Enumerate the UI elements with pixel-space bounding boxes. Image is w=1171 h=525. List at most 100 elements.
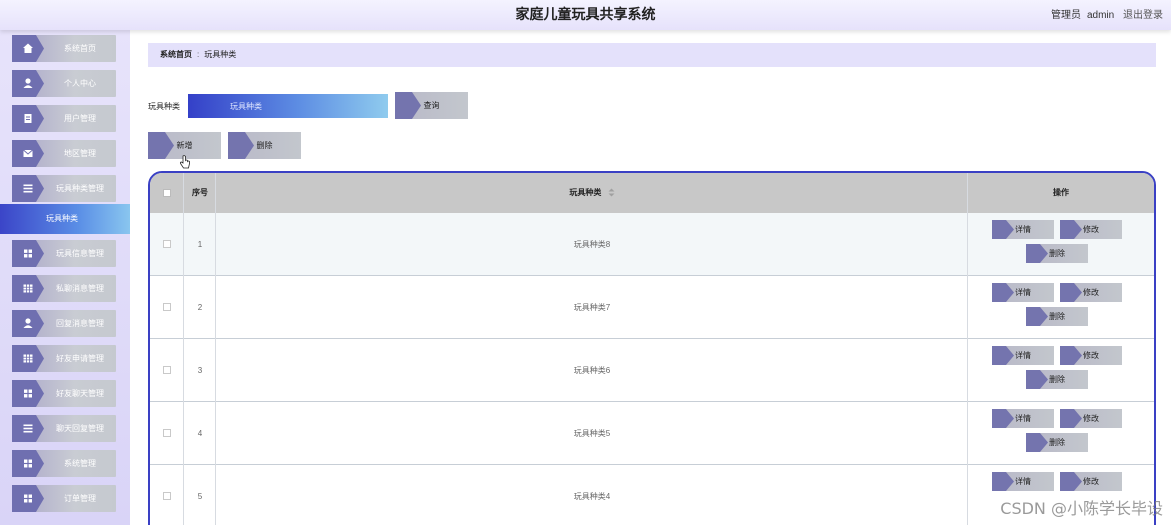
table-icon xyxy=(12,275,44,302)
row-delete-button[interactable]: 删除 xyxy=(1026,370,1088,389)
table-row: 4 玩具种类5 详情 修改 删除 xyxy=(150,402,1154,465)
delete-button-label: 删除 xyxy=(256,141,273,150)
col-header-index: 序号 xyxy=(192,188,208,197)
table-header: 序号 玩具种类 操作 xyxy=(150,173,1154,213)
list-icon xyxy=(12,415,44,442)
row-index: 3 xyxy=(197,366,203,375)
detail-button[interactable]: 详情 xyxy=(992,346,1054,365)
table-icon xyxy=(12,345,44,372)
detail-button-label: 详情 xyxy=(1015,477,1031,486)
sidebar-item-label: 系统首页 xyxy=(64,44,96,53)
search-button-label: 查询 xyxy=(423,101,440,110)
sidebar: 系统首页 个人中心 用户管理 地区管理 玩具种类管理 玩具种类 玩具信息管理 私… xyxy=(0,30,130,525)
sidebar-item-label: 好友申请管理 xyxy=(56,354,104,363)
sidebar-item-orders[interactable]: 订单管理 xyxy=(12,485,116,512)
detail-button[interactable]: 详情 xyxy=(992,220,1054,239)
row-delete-button[interactable]: 删除 xyxy=(1026,433,1088,452)
breadcrumb-home[interactable]: 系统首页 xyxy=(160,50,192,59)
detail-button[interactable]: 详情 xyxy=(992,472,1054,491)
grid-icon xyxy=(12,380,44,407)
user-role: 管理员 xyxy=(1050,10,1081,21)
sidebar-item-label: 用户管理 xyxy=(64,114,96,123)
sidebar-item-toy-info[interactable]: 玩具信息管理 xyxy=(12,240,116,267)
home-icon xyxy=(12,35,44,62)
sidebar-item-label: 玩具种类管理 xyxy=(56,184,104,193)
detail-button[interactable]: 详情 xyxy=(992,409,1054,428)
delete-button[interactable]: 删除 xyxy=(228,132,301,159)
row-delete-button-label: 删除 xyxy=(1049,312,1065,321)
col-header-category-label: 玩具种类 xyxy=(569,188,602,197)
person-icon xyxy=(12,70,44,97)
row-category: 玩具种类5 xyxy=(573,429,611,438)
sidebar-item-friend-requests[interactable]: 好友申请管理 xyxy=(12,345,116,372)
breadcrumb-current: 玩具种类 xyxy=(204,50,237,59)
edit-button[interactable]: 修改 xyxy=(1060,283,1122,302)
row-index: 5 xyxy=(197,492,203,501)
search-label: 玩具种类 xyxy=(148,102,180,111)
sidebar-item-label: 地区管理 xyxy=(64,149,96,158)
sidebar-item-private-messages[interactable]: 私聊消息管理 xyxy=(12,275,116,302)
row-delete-button-label: 删除 xyxy=(1049,249,1065,258)
logout-link[interactable]: 退出登录 xyxy=(1123,10,1163,21)
row-checkbox[interactable] xyxy=(163,429,171,437)
sidebar-item-regions[interactable]: 地区管理 xyxy=(12,140,116,167)
breadcrumb-separator: : xyxy=(197,50,200,59)
hand-cursor-icon xyxy=(179,155,190,169)
row-delete-button[interactable]: 删除 xyxy=(1026,307,1088,326)
sidebar-item-label: 个人中心 xyxy=(64,79,96,88)
grid-icon xyxy=(12,450,44,477)
edit-button[interactable]: 修改 xyxy=(1060,346,1122,365)
row-checkbox[interactable] xyxy=(163,492,171,500)
sidebar-item-friend-chat[interactable]: 好友聊天管理 xyxy=(12,380,116,407)
edit-button-label: 修改 xyxy=(1083,351,1099,360)
person-icon xyxy=(12,310,44,337)
sidebar-item-home[interactable]: 系统首页 xyxy=(12,35,116,62)
edit-button[interactable]: 修改 xyxy=(1060,220,1122,239)
sort-icon[interactable] xyxy=(608,188,615,197)
detail-button-label: 详情 xyxy=(1015,225,1031,234)
sidebar-subitem-toy-category[interactable]: 玩具种类 xyxy=(0,204,130,234)
sidebar-item-profile[interactable]: 个人中心 xyxy=(12,70,116,97)
row-checkbox[interactable] xyxy=(163,240,171,248)
edit-button[interactable]: 修改 xyxy=(1060,472,1122,491)
select-all-checkbox[interactable] xyxy=(163,189,171,197)
grid-icon xyxy=(12,240,44,267)
table-row: 3 玩具种类6 详情 修改 删除 xyxy=(150,339,1154,402)
table-row: 2 玩具种类7 详情 修改 删除 xyxy=(150,276,1154,339)
detail-button[interactable]: 详情 xyxy=(992,283,1054,302)
detail-button-label: 详情 xyxy=(1015,414,1031,423)
column-divider xyxy=(215,173,216,525)
edit-button-label: 修改 xyxy=(1083,477,1099,486)
row-checkbox[interactable] xyxy=(163,366,171,374)
row-index: 2 xyxy=(197,303,203,312)
row-index: 4 xyxy=(197,429,203,438)
sidebar-item-system[interactable]: 系统管理 xyxy=(12,450,116,477)
search-input[interactable] xyxy=(188,94,388,118)
edit-button-label: 修改 xyxy=(1083,414,1099,423)
row-category: 玩具种类4 xyxy=(573,492,611,501)
data-table: 序号 玩具种类 操作 1 玩具种类8 详情 修改 删除 2 玩具种类7 详情 修… xyxy=(148,171,1156,525)
grid-icon xyxy=(12,485,44,512)
edit-button[interactable]: 修改 xyxy=(1060,409,1122,428)
sidebar-item-toy-category-mgmt[interactable]: 玩具种类管理 xyxy=(12,175,116,202)
search-button[interactable]: 查询 xyxy=(395,92,468,119)
row-category: 玩具种类7 xyxy=(573,303,611,312)
row-delete-button[interactable]: 删除 xyxy=(1026,244,1088,263)
row-checkbox[interactable] xyxy=(163,303,171,311)
col-header-category[interactable]: 玩具种类 xyxy=(216,173,968,213)
row-category: 玩具种类8 xyxy=(573,240,611,249)
column-divider xyxy=(967,173,968,525)
app-title: 家庭儿童玩具共享系统 xyxy=(515,7,656,23)
watermark: CSDN @小陈学长毕设 xyxy=(1000,499,1163,518)
edit-button-label: 修改 xyxy=(1083,225,1099,234)
sidebar-item-reply-messages[interactable]: 回复消息管理 xyxy=(12,310,116,337)
row-delete-button-label: 删除 xyxy=(1049,438,1065,447)
row-index: 1 xyxy=(197,240,203,249)
breadcrumb: 系统首页: 玩具种类 xyxy=(148,43,1156,67)
sidebar-item-label: 私聊消息管理 xyxy=(56,284,104,293)
sidebar-subitem-label: 玩具种类 xyxy=(46,214,78,223)
column-divider xyxy=(183,173,184,525)
sidebar-item-chat-replies[interactable]: 聊天回复管理 xyxy=(12,415,116,442)
sidebar-item-users[interactable]: 用户管理 xyxy=(12,105,116,132)
sidebar-item-label: 聊天回复管理 xyxy=(56,424,104,433)
